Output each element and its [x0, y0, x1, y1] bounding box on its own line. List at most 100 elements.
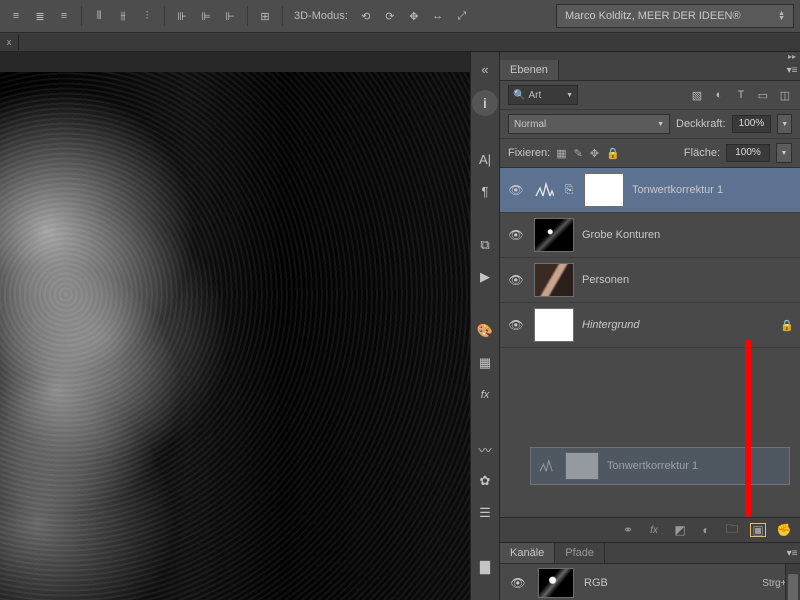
- layer-row[interactable]: 👁 ⎘ Tonwertkorrektur 1: [500, 168, 800, 213]
- roll-3d-icon[interactable]: ⟳: [380, 6, 400, 26]
- swatches-panel-icon[interactable]: 🎨: [474, 320, 496, 342]
- filter-adjust-icon[interactable]: ◐: [712, 88, 726, 102]
- levels-adjustment-icon: [537, 456, 557, 476]
- tab-channels[interactable]: Kanäle: [500, 543, 555, 563]
- brush-panel-icon[interactable]: 〰: [474, 438, 496, 460]
- layer-name[interactable]: Tonwertkorrektur 1: [632, 184, 794, 196]
- align-right-icon[interactable]: ≡: [54, 6, 74, 26]
- layer-thumb[interactable]: [534, 308, 574, 342]
- visibility-toggle[interactable]: 👁: [508, 576, 528, 590]
- fx-icon[interactable]: fx: [646, 525, 662, 536]
- histogram-panel-icon[interactable]: ▇: [474, 556, 496, 578]
- actions-play-icon[interactable]: ▶: [474, 266, 496, 288]
- pan-3d-icon[interactable]: ✥: [404, 6, 424, 26]
- lock-icon: 🔒: [780, 319, 794, 332]
- layer-thumb[interactable]: [534, 263, 574, 297]
- new-layer-icon[interactable]: ▣: [750, 523, 766, 537]
- chevron-down-icon: ▼: [566, 92, 573, 99]
- lock-all-icon[interactable]: 🔒: [606, 147, 620, 160]
- lock-move-icon[interactable]: ✥: [590, 147, 599, 160]
- distribute-vcenter-icon[interactable]: ⫵: [113, 6, 133, 26]
- fill-field[interactable]: 100%: [726, 144, 770, 162]
- lock-transparent-icon[interactable]: ▦: [556, 147, 566, 160]
- mask-link-icon[interactable]: ⎘: [562, 184, 576, 197]
- collapse-arrow-icon[interactable]: «: [474, 58, 496, 80]
- chevron-down-icon: ▼: [657, 121, 664, 128]
- layer-row[interactable]: 👁 Hintergrund 🔒: [500, 303, 800, 348]
- link-layers-icon[interactable]: ⚭: [620, 523, 636, 537]
- layer-mask-thumb[interactable]: [584, 173, 624, 207]
- layer-name[interactable]: Personen: [582, 274, 794, 286]
- tab-paths[interactable]: Pfade: [555, 543, 605, 563]
- properties-panel-icon[interactable]: ☰: [474, 502, 496, 524]
- character-panel-icon[interactable]: A|: [474, 148, 496, 170]
- layer-mask-thumb: [565, 452, 599, 480]
- panels-column: ▸▸ Ebenen ▾≡ 🔍 Art ▼ ▧ ◐ T ▭ ◫ Normal ▼: [499, 52, 800, 600]
- drag-ghost-layer: Tonwertkorrektur 1: [530, 447, 790, 485]
- filter-shape-icon[interactable]: ▭: [756, 88, 770, 102]
- document-close-button[interactable]: x: [0, 34, 19, 50]
- separator: [81, 6, 82, 26]
- tab-layers[interactable]: Ebenen: [500, 60, 559, 80]
- blend-mode-select[interactable]: Normal ▼: [508, 114, 670, 134]
- distribute-left-icon[interactable]: ⊪: [172, 6, 192, 26]
- layer-name: Tonwertkorrektur 1: [607, 460, 698, 472]
- add-mask-icon[interactable]: ◩: [672, 523, 688, 537]
- distribute-right-icon[interactable]: ⊩: [220, 6, 240, 26]
- panel-scrollbar[interactable]: [785, 564, 800, 600]
- layer-row[interactable]: 👁 Personen: [500, 258, 800, 303]
- layer-row[interactable]: 👁 Grobe Konturen: [500, 213, 800, 258]
- visibility-toggle[interactable]: 👁: [506, 273, 526, 287]
- layer-name[interactable]: Grobe Konturen: [582, 229, 794, 241]
- blend-mode-value: Normal: [514, 119, 546, 130]
- slide-3d-icon[interactable]: ↔: [428, 6, 448, 26]
- filter-pixel-icon[interactable]: ▧: [690, 88, 704, 102]
- fx-panel-icon[interactable]: fx: [474, 384, 496, 406]
- orbit-3d-icon[interactable]: ⟲: [356, 6, 376, 26]
- document-tab-bar: x: [0, 33, 800, 52]
- layer-blend-row: Normal ▼ Deckkraft: 100% ▼: [500, 110, 800, 139]
- layer-thumb[interactable]: [534, 218, 574, 252]
- levels-adjustment-icon: [534, 180, 554, 200]
- distribute-top-icon[interactable]: ⫴: [89, 6, 109, 26]
- toolpresets-panel-icon[interactable]: ✿: [474, 470, 496, 492]
- visibility-toggle[interactable]: 👁: [506, 228, 526, 242]
- opacity-slider-button[interactable]: ▼: [777, 114, 792, 134]
- separator: [247, 6, 248, 26]
- new-group-icon[interactable]: 🗀: [724, 520, 740, 541]
- styles-panel-icon[interactable]: ▦: [474, 352, 496, 374]
- lock-paint-icon[interactable]: ✎: [574, 147, 583, 160]
- filter-smart-icon[interactable]: ◫: [778, 88, 792, 102]
- panel-menu-button[interactable]: ▾≡: [784, 65, 800, 76]
- layer-filter-kind[interactable]: 🔍 Art ▼: [508, 85, 578, 105]
- layer-lock-row: Fixieren: ▦ ✎ ✥ 🔒 Fläche: 100% ▼: [500, 139, 800, 168]
- layer-name[interactable]: Hintergrund: [582, 319, 772, 331]
- distribute-bottom-icon[interactable]: ⫶: [137, 6, 157, 26]
- paragraph-panel-icon[interactable]: ¶: [474, 180, 496, 202]
- auto-align-icon[interactable]: ⊞: [255, 6, 275, 26]
- filter-type-icon[interactable]: T: [734, 88, 748, 102]
- layers-panel-tabs: Ebenen ▾≡: [500, 60, 800, 81]
- workspace-switcher[interactable]: Marco Kolditz, MEER DER IDEEN® ▲▼: [556, 4, 794, 28]
- clone-source-icon[interactable]: ⧉: [474, 234, 496, 256]
- align-center-icon[interactable]: ≣: [30, 6, 50, 26]
- panel-collapse-bar[interactable]: ▸▸: [500, 52, 800, 60]
- canvas-area[interactable]: [0, 52, 470, 600]
- scale-3d-icon[interactable]: ⤢: [452, 6, 472, 26]
- visibility-toggle[interactable]: 👁: [506, 183, 526, 197]
- fill-label: Fläche:: [684, 147, 720, 159]
- visibility-toggle[interactable]: 👁: [506, 318, 526, 332]
- close-icon: x: [7, 37, 12, 47]
- new-fill-adjust-icon[interactable]: ◐: [698, 523, 714, 537]
- align-left-icon[interactable]: ≡: [6, 6, 26, 26]
- grab-cursor-icon: ✊: [776, 523, 792, 537]
- scrollbar-thumb[interactable]: [788, 574, 798, 600]
- info-panel-icon[interactable]: i: [472, 90, 498, 116]
- fill-slider-button[interactable]: ▼: [776, 143, 792, 163]
- distribute-hcenter-icon[interactable]: ⊫: [196, 6, 216, 26]
- opacity-field[interactable]: 100%: [732, 115, 772, 133]
- channels-panel: Kanäle Pfade ▾≡ 👁 RGB Strg+2: [500, 542, 800, 600]
- channel-name: RGB: [584, 577, 608, 589]
- channel-row-rgb[interactable]: 👁 RGB Strg+2: [500, 564, 800, 600]
- panel-menu-button[interactable]: ▾≡: [784, 548, 800, 559]
